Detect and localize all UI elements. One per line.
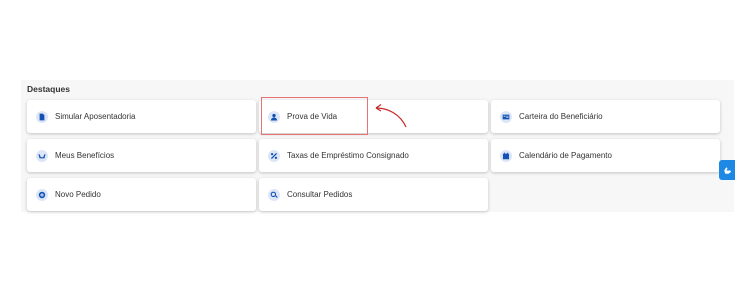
card-carteira-do-beneficiario[interactable]: Carteira do Beneficiário: [491, 100, 720, 133]
card-label: Meus Benefícios: [55, 151, 115, 160]
card-simular-aposentadoria[interactable]: Simular Aposentadoria: [27, 100, 256, 133]
percent-icon: [268, 149, 280, 162]
plus-circle-icon: [36, 188, 48, 201]
annotation-arrow: [375, 104, 407, 128]
sign-language-icon: [723, 166, 731, 174]
card-meus-beneficios[interactable]: Meus Benefícios: [27, 139, 256, 172]
calendar-icon: [500, 149, 512, 162]
card-label: Calendário de Pagamento: [519, 151, 612, 160]
id-card-icon: [500, 110, 512, 123]
search-icon: [268, 188, 280, 201]
document-icon: [36, 110, 48, 123]
hands-icon: [36, 149, 48, 162]
highlight-box: [261, 97, 368, 135]
card-calendario-pagamento[interactable]: Calendário de Pagamento: [491, 139, 720, 172]
accessibility-button[interactable]: [719, 160, 735, 180]
card-consultar-pedidos[interactable]: Consultar Pedidos: [259, 178, 488, 211]
card-label: Taxas de Empréstimo Consignado: [287, 151, 409, 160]
card-label: Consultar Pedidos: [287, 190, 353, 199]
card-label: Simular Aposentadoria: [55, 112, 136, 121]
card-taxas-emprestimo[interactable]: Taxas de Empréstimo Consignado: [259, 139, 488, 172]
section-title: Destaques: [27, 84, 70, 94]
card-label: Novo Pedido: [55, 190, 101, 199]
card-label: Carteira do Beneficiário: [519, 112, 603, 121]
card-novo-pedido[interactable]: Novo Pedido: [27, 178, 256, 211]
